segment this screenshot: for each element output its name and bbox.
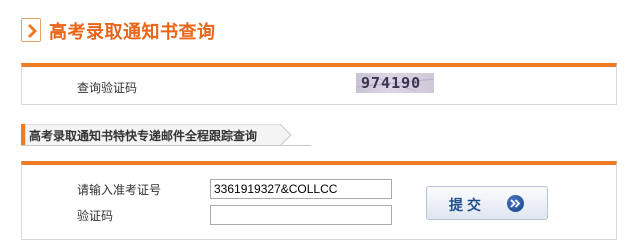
submit-button-label: 提交: [449, 198, 485, 214]
chevron-right-icon: [21, 18, 41, 42]
submit-button[interactable]: 提交: [426, 186, 548, 220]
captcha-code: 974190: [361, 74, 422, 92]
tracking-section-title: 高考录取通知书特快专递邮件全程跟踪查询: [29, 129, 258, 143]
captcha-label: 查询验证码: [77, 81, 138, 95]
page-header: 高考录取通知书查询: [21, 16, 421, 46]
verify-label: 验证码: [77, 209, 114, 223]
page-title: 高考录取通知书查询: [49, 22, 216, 43]
double-chevron-right-icon: [507, 195, 524, 212]
verify-code-input[interactable]: [210, 205, 392, 225]
divider: [21, 145, 311, 146]
tracking-form-panel: 请输入准考证号 验证码 提交: [21, 161, 617, 240]
captcha-image[interactable]: 974190: [356, 73, 434, 93]
ticket-label: 请输入准考证号: [77, 183, 162, 197]
captcha-panel: 查询验证码 974190: [21, 63, 617, 105]
ticket-number-input[interactable]: [210, 179, 392, 199]
